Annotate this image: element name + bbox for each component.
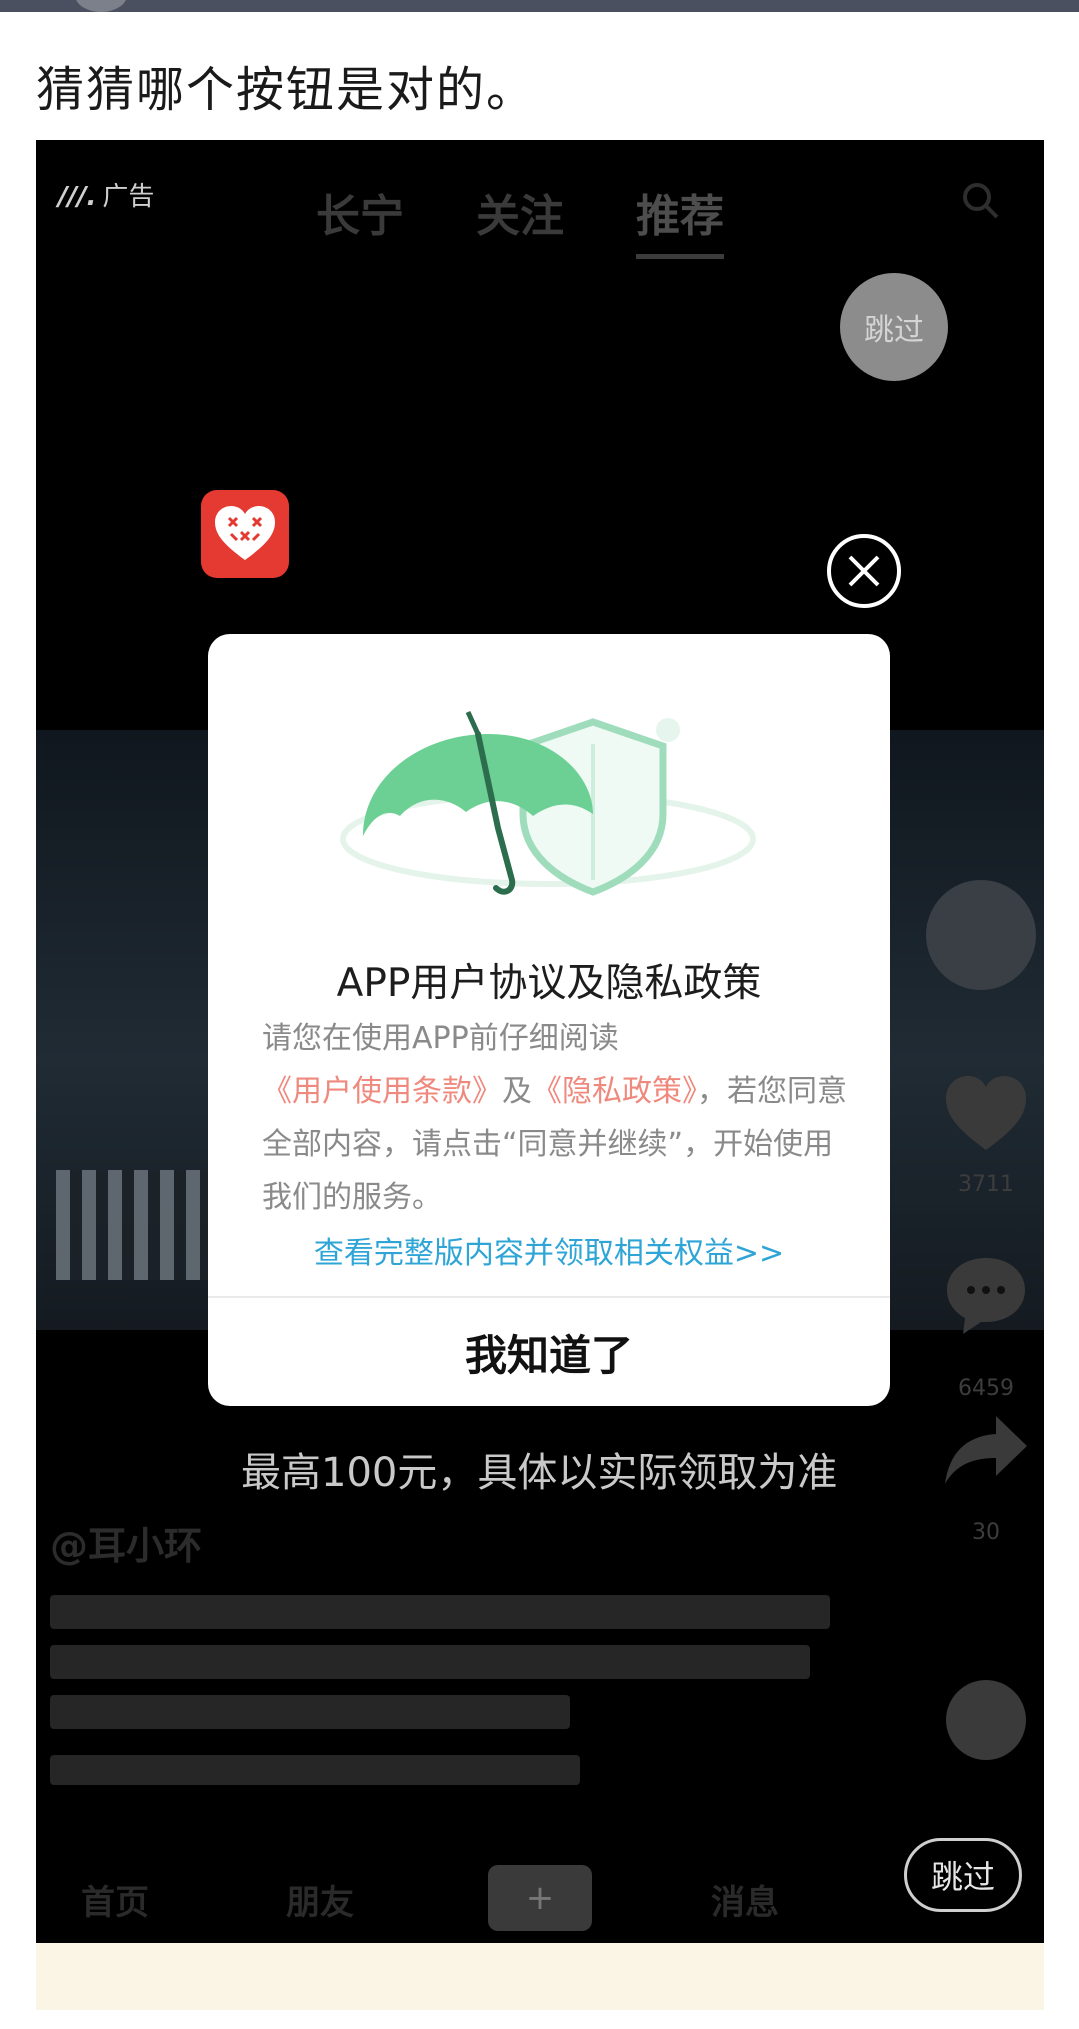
comment-icon[interactable] [941,1250,1031,1340]
caption-line [50,1645,810,1679]
umbrella-shield-illustration [340,710,756,896]
feed-tabs: 长宁 关注 推荐 [316,180,724,259]
caption-line [50,1595,830,1629]
tab-following[interactable]: 关注 [476,180,564,259]
dialog-title: APP用户协议及隐私政策 [336,961,762,1006]
body-and: 及 [502,1074,532,1109]
music-disc-icon[interactable] [946,1680,1026,1760]
share-icon[interactable] [941,1410,1031,1490]
terms-link[interactable]: 《用户使用条款》 [262,1074,502,1109]
privacy-link[interactable]: 《隐私政策》 [532,1074,697,1109]
skip-button-top[interactable]: 跳过 [840,273,948,381]
ad-label: 广告 [102,182,155,212]
close-circle-icon[interactable] [825,532,903,610]
creator-avatar[interactable] [926,880,1036,990]
like-count: 3711 [958,1172,1014,1197]
author-name[interactable]: @耳小环 [50,1515,202,1570]
dialog-body: 请您在使用APP前仔细阅读《用户使用条款》及《隐私政策》，若您同意全部内容，请点… [262,1012,852,1224]
skip-button-bottom[interactable]: 跳过 [904,1838,1022,1912]
top-status-bar [0,0,1079,12]
post-text: 猜猜哪个按钮是对的。 [36,62,537,118]
tab-local[interactable]: 长宁 [316,180,404,259]
full-version-link[interactable]: 查看完整版内容并领取相关权益>> [208,1228,890,1272]
ad-tag: ///. 广告 [58,176,154,213]
tab-recommended[interactable]: 推荐 [636,180,724,259]
embedded-screenshot: ///. 广告 长宁 关注 推荐 跳过 3711 6459 30 最高100元，具… [36,140,1044,2010]
nav-home[interactable]: 首页 [81,1875,149,1924]
add-button[interactable]: + [488,1865,592,1931]
heart-icon[interactable] [941,1070,1031,1160]
pinduoduo-app-icon[interactable] [201,490,289,578]
body-prefix: 请您在使用APP前仔细阅读 [262,1021,619,1056]
music-line [50,1755,580,1785]
nav-friends[interactable]: 朋友 [286,1875,354,1924]
comment-count: 6459 [958,1376,1014,1401]
nav-messages[interactable]: 消息 [711,1875,779,1924]
ad-logo-icon: ///. [58,182,97,212]
search-icon[interactable] [960,180,1000,220]
share-count: 30 [972,1520,1000,1545]
caption-line [50,1695,570,1729]
heart-logo-icon [215,506,275,560]
promo-text: 最高100元，具体以实际领取为准 [241,1450,838,1496]
acknowledge-button[interactable]: 我知道了 [208,1298,890,1406]
avatar [75,0,127,12]
privacy-dialog: APP用户协议及隐私政策 请您在使用APP前仔细阅读《用户使用条款》及《隐私政策… [208,634,890,1406]
bottom-banner [36,1943,1044,2010]
